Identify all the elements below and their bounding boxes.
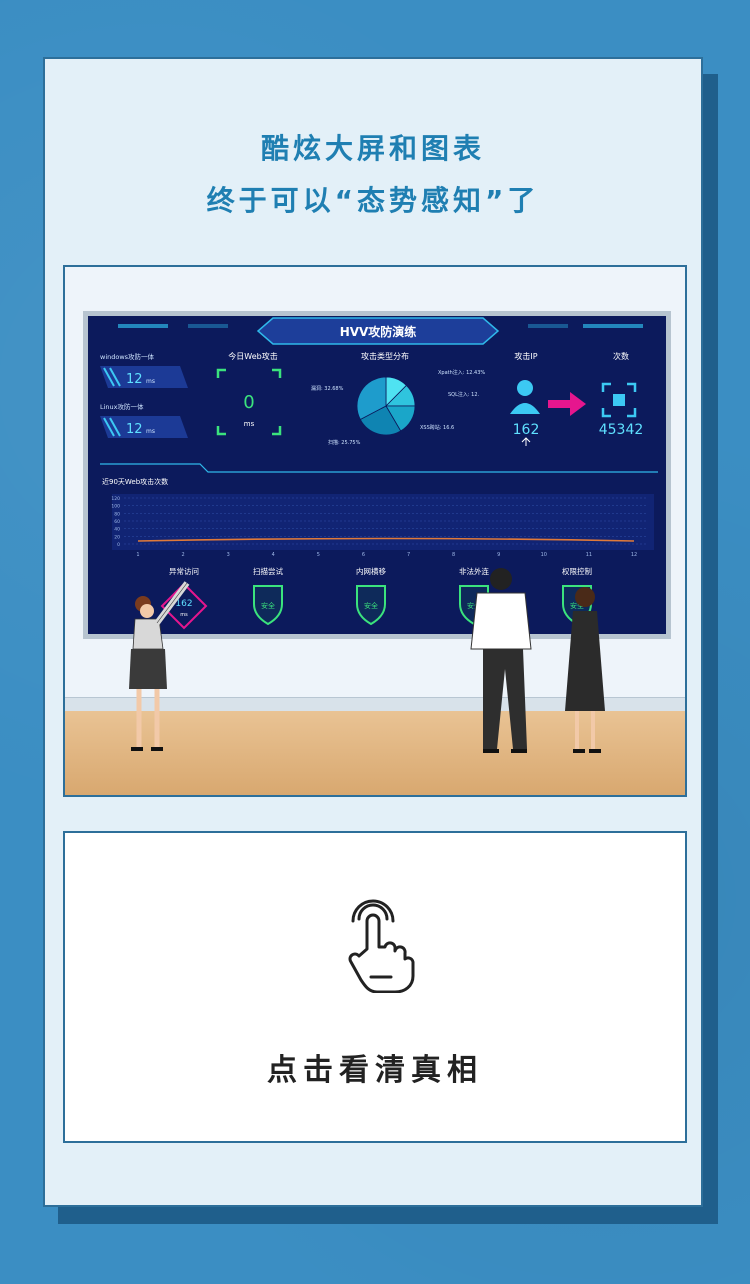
illustration-frame: HVV攻防演练 windows攻防一体 12 ms Linux攻防一体 12 m… [63,265,687,797]
content-card: 酷炫大屏和图表 终于可以“态势感知”了 HVV攻防演练 windows攻防一体 … [43,57,703,1207]
cta-panel[interactable]: 点击看清真相 [63,831,687,1143]
headline-2: 终于可以“态势感知”了 [206,184,540,217]
woman-presenter [129,581,190,751]
people-illustration [129,568,605,753]
tap-hand-icon[interactable] [337,897,417,993]
man-viewer [470,568,532,753]
headline-1: 酷炫大屏和图表 [260,132,485,165]
woman-viewer [565,587,605,753]
cta-label[interactable]: 点击看清真相 [65,1045,685,1089]
